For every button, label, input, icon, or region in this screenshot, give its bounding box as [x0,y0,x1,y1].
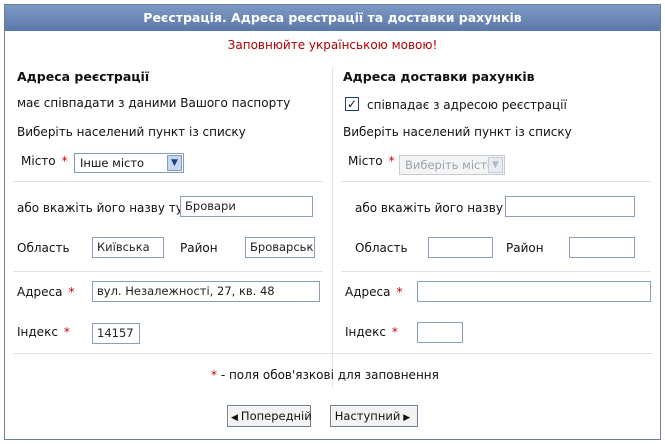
delivery-district-label: Район [506,241,544,255]
required-mark: * [68,285,75,299]
city-name-input[interactable]: Бровари [180,196,313,217]
column-divider [332,67,333,387]
address-input[interactable]: вул. Незалежності, 27, кв. 48 [92,281,320,302]
registration-heading: Адреса реєстрації [17,69,150,84]
row-divider [13,181,323,182]
next-button[interactable]: Наступний ▶ [330,405,418,427]
delivery-district-input[interactable] [569,237,635,258]
city-label: Місто * [21,154,68,168]
delivery-address-input[interactable] [417,281,651,302]
form-title: Реєстрація. Адреса реєстрації та доставк… [5,5,660,31]
required-mark: * [396,285,403,299]
region-input[interactable]: Київська [92,237,164,258]
district-input[interactable]: Броварський [245,237,315,258]
prev-button[interactable]: ◀ Попередній [227,405,312,427]
city-select[interactable]: Інше місто ▼ [74,153,184,173]
choose-city-label: Виберіть населений пункт із списку [17,125,246,139]
region-label: Область [17,241,70,255]
row-divider [341,271,651,272]
index-label: Індекс * [17,325,70,339]
delivery-region-label: Область [355,241,408,255]
delivery-city-label: Місто * [348,154,395,168]
delivery-city-select[interactable]: Виберіть місто ▼ [399,155,505,175]
row-divider [13,271,323,272]
delivery-address-label: Адреса * [345,285,403,299]
delivery-index-label: Індекс * [345,325,398,339]
chevron-down-icon[interactable]: ▼ [488,157,503,173]
delivery-city-name-label: або вкажіть його назву тут [355,201,528,215]
chevron-down-icon[interactable]: ▼ [167,155,182,171]
delivery-choose-city-label: Виберіть населений пункт із списку [343,125,572,139]
same-address-checkbox[interactable]: ✓ [345,97,359,111]
triangle-left-icon: ◀ [231,413,238,423]
required-mark: * [61,154,68,168]
row-divider [341,181,651,182]
delivery-city-name-input[interactable] [505,196,635,217]
required-mark: * [388,154,395,168]
address-label: Адреса * [17,285,75,299]
same-address-label: співпадає з адресою реєстрації [367,98,567,112]
required-note: * - поля обов'язкові для заповнення [211,368,439,382]
required-mark: * [391,325,398,339]
city-name-label: або вкажіть його назву тут [17,201,190,215]
district-label: Район [180,241,218,255]
delivery-heading: Адреса доставки рахунків [343,69,535,84]
delivery-region-input[interactable] [428,237,493,258]
city-select-value: Інше місто [80,156,145,170]
index-input[interactable]: 14157 [92,323,140,344]
language-notice: Заповнюйте українською мовою! [227,38,438,52]
row-divider [13,353,653,354]
passport-note: має співпадати з даними Вашого паспорту [17,96,291,110]
registration-form: Реєстрація. Адреса реєстрації та доставк… [4,4,661,440]
triangle-right-icon: ▶ [403,413,411,423]
delivery-index-input[interactable] [417,322,463,343]
delivery-city-select-value: Виберіть місто [405,158,495,172]
required-mark: * [63,325,70,339]
